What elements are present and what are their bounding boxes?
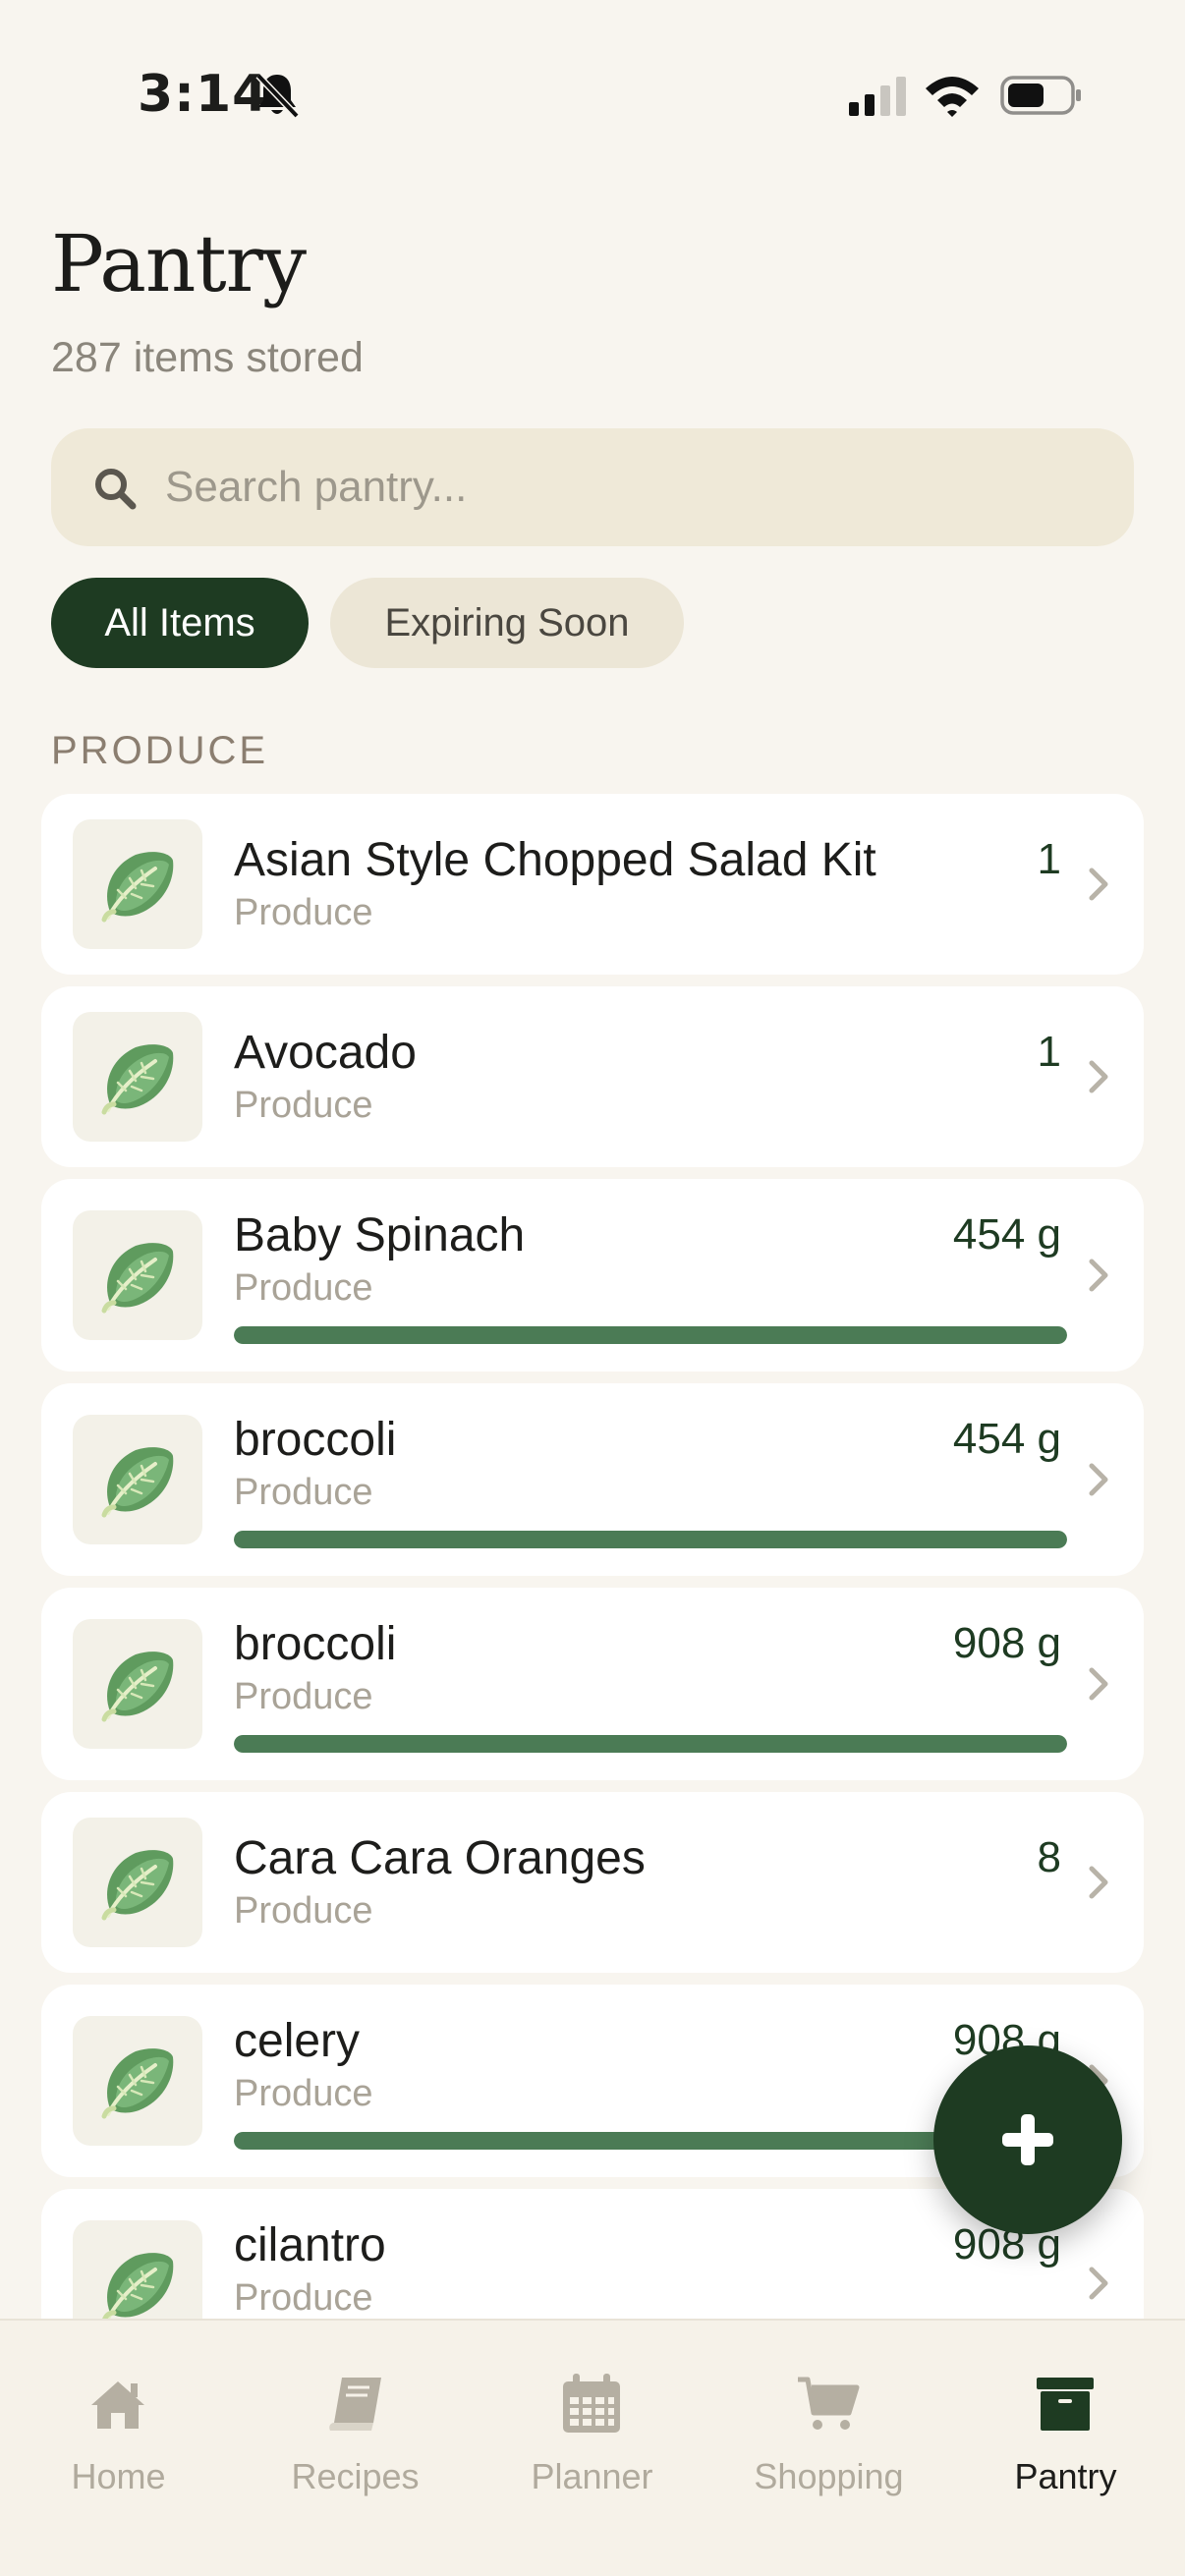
item-category: Produce: [234, 1890, 373, 1932]
chevron-right-icon: [1089, 2267, 1108, 2300]
item-name: Avocado: [234, 1027, 417, 1079]
item-thumbnail: [73, 2220, 202, 2319]
status-bar: 3:14: [0, 0, 1185, 187]
book-icon: [329, 2378, 381, 2431]
list-item[interactable]: Baby Spinach Produce 454 g: [41, 1179, 1144, 1372]
item-category: Produce: [234, 1267, 373, 1309]
quantity-progress-bar: [234, 1326, 1067, 1344]
tab-label: Shopping: [754, 2456, 904, 2496]
item-name: broccoli: [234, 1414, 397, 1466]
bell-off-icon: [255, 73, 300, 119]
search-icon: [95, 469, 137, 510]
section-header-produce: PRODUCE: [51, 729, 269, 772]
item-category: Produce: [234, 1472, 373, 1513]
lettuce-icon: [96, 1036, 179, 1118]
lettuce-icon: [96, 843, 179, 925]
tab-label: Home: [71, 2456, 166, 2496]
item-name: Cara Cara Oranges: [234, 1832, 646, 1884]
chevron-right-icon: [1089, 868, 1108, 901]
list-item[interactable]: broccoli Produce 908 g: [41, 1588, 1144, 1780]
lettuce-icon: [96, 1234, 179, 1316]
item-quantity: 454 g: [952, 1415, 1061, 1463]
item-thumbnail: [73, 1619, 202, 1749]
list-item[interactable]: Avocado Produce 1: [41, 986, 1144, 1167]
items-count: 287 items stored: [51, 334, 364, 381]
item-quantity: 454 g: [952, 1210, 1061, 1259]
tab-label: Pantry: [1014, 2456, 1117, 2496]
filter-all-items[interactable]: All Items: [51, 578, 309, 668]
item-name: celery: [234, 2015, 361, 2067]
item-thumbnail: [73, 2016, 202, 2146]
lettuce-icon: [96, 1841, 179, 1924]
lettuce-icon: [96, 2244, 179, 2319]
tab-recipes[interactable]: Recipes: [237, 2321, 474, 2517]
item-quantity: 1: [1037, 835, 1061, 883]
list-item[interactable]: Cara Cara Oranges Produce 8: [41, 1792, 1144, 1973]
search-input[interactable]: [165, 428, 1108, 546]
home-icon: [91, 2381, 144, 2429]
tab-shopping[interactable]: Shopping: [710, 2321, 947, 2517]
progress-fill: [234, 1531, 1067, 1548]
item-category: Produce: [234, 1085, 373, 1126]
status-time: 3:14: [138, 65, 269, 124]
item-category: Produce: [234, 892, 373, 933]
item-quantity: 8: [1037, 1833, 1061, 1881]
item-thumbnail: [73, 1415, 202, 1544]
item-thumbnail: [73, 1012, 202, 1142]
lettuce-icon: [96, 1438, 179, 1521]
item-name: Baby Spinach: [234, 1209, 526, 1261]
tab-label: Recipes: [291, 2456, 420, 2496]
bottom-tab-bar: Home Recipes Planner Shopping Pantry: [0, 2319, 1185, 2576]
lettuce-icon: [96, 2040, 179, 2122]
item-thumbnail: [73, 1818, 202, 1947]
item-name: cilantro: [234, 2219, 386, 2271]
chevron-right-icon: [1089, 1259, 1108, 1292]
chevron-right-icon: [1089, 1866, 1108, 1899]
add-item-button[interactable]: [933, 2045, 1122, 2234]
list-item[interactable]: broccoli Produce 454 g: [41, 1383, 1144, 1576]
item-category: Produce: [234, 2277, 373, 2319]
item-category: Produce: [234, 1676, 373, 1717]
cart-icon: [798, 2377, 860, 2430]
lettuce-icon: [96, 1643, 179, 1725]
item-thumbnail: [73, 819, 202, 949]
chevron-right-icon: [1089, 1463, 1108, 1496]
calendar-icon: [563, 2374, 620, 2433]
page-title: Pantry: [51, 218, 307, 309]
item-name: broccoli: [234, 1618, 397, 1670]
chevron-right-icon: [1089, 1060, 1108, 1093]
tab-planner[interactable]: Planner: [474, 2321, 710, 2517]
list-item[interactable]: Asian Style Chopped Salad Kit Produce 1: [41, 794, 1144, 975]
wifi-icon: [926, 77, 979, 117]
item-name: Asian Style Chopped Salad Kit: [234, 834, 876, 886]
battery-icon: [1000, 76, 1081, 115]
search-bar[interactable]: [51, 428, 1134, 546]
plus-icon: [1002, 2114, 1053, 2165]
quantity-progress-bar: [234, 1735, 1067, 1753]
chevron-right-icon: [1089, 1667, 1108, 1701]
filter-expiring-soon[interactable]: Expiring Soon: [330, 578, 684, 668]
progress-fill: [234, 1326, 1067, 1344]
item-category: Produce: [234, 2073, 373, 2114]
cellular-signal-icon: [849, 77, 906, 116]
item-quantity: 908 g: [952, 1619, 1061, 1667]
tab-home[interactable]: Home: [0, 2321, 237, 2517]
item-thumbnail: [73, 1210, 202, 1340]
progress-fill: [234, 1735, 1067, 1753]
item-quantity: 1: [1037, 1028, 1061, 1076]
archive-box-icon: [1037, 2378, 1094, 2431]
tab-label: Planner: [531, 2456, 653, 2496]
quantity-progress-bar: [234, 1531, 1067, 1548]
tab-pantry[interactable]: Pantry: [947, 2321, 1184, 2517]
